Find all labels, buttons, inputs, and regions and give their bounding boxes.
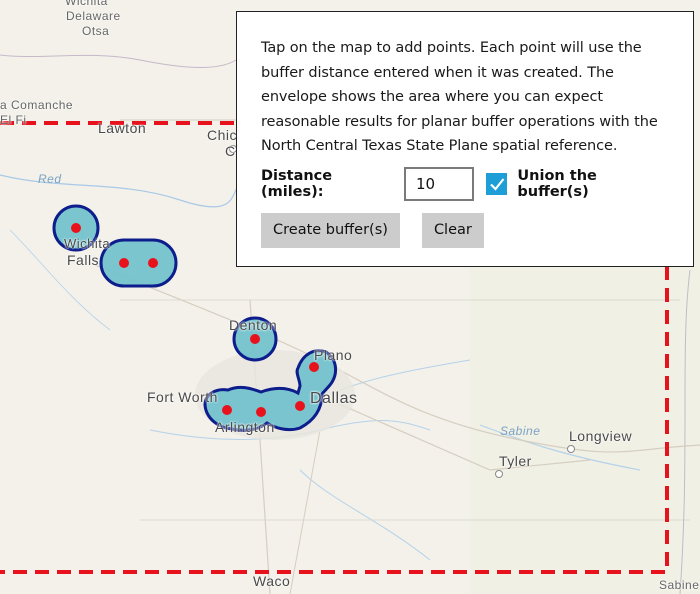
place-label: Fort Worth (147, 389, 218, 405)
place-label: Plano (314, 347, 353, 363)
clear-button[interactable]: Clear (421, 212, 484, 248)
river-label: Red (38, 172, 62, 186)
union-checkbox[interactable] (485, 172, 508, 195)
button-row: Create buffer(s) Clear (261, 212, 669, 248)
buffer-options-panel: Tap on the map to add points. Each point… (236, 11, 694, 267)
place-label: El Fi (0, 113, 27, 127)
place-label: Longview (569, 428, 633, 444)
point-marker (256, 407, 266, 417)
distance-label: Distance (miles): (261, 167, 333, 200)
instructions-text: Tap on the map to add points. Each point… (261, 40, 658, 154)
place-label: Delaware (66, 9, 121, 23)
checkmark-icon (489, 177, 505, 191)
point-marker (295, 401, 305, 411)
point-marker (309, 362, 319, 372)
place-label: Wichita (64, 236, 111, 251)
place-label: Otsa (82, 24, 110, 38)
place-label: Lawton (98, 120, 147, 136)
distance-input[interactable] (403, 166, 474, 201)
place-label: Chic (207, 127, 238, 143)
point-marker (148, 258, 158, 268)
place-label: Falls (67, 252, 100, 268)
distance-row: Distance (miles): Union the buffer(s) (261, 166, 669, 201)
place-label: a Comanche (0, 98, 74, 112)
river-label: Sabine (500, 424, 541, 438)
place-label: C (225, 143, 236, 159)
union-label[interactable]: Union the buffer(s) (517, 168, 669, 200)
place-label: Sabine (659, 578, 700, 592)
point-marker (71, 223, 81, 233)
place-label: Tyler (499, 453, 532, 469)
create-buffers-button[interactable]: Create buffer(s) (261, 212, 400, 248)
point-marker (119, 258, 129, 268)
point-marker (222, 405, 232, 415)
buffer-polygon (99, 238, 178, 288)
place-label: Wichita (65, 0, 108, 8)
place-label: Denton (229, 317, 278, 333)
place-label: Dallas (310, 390, 358, 407)
point-marker (250, 334, 260, 344)
place-label: Arlington (215, 419, 275, 435)
place-label: Waco (253, 573, 291, 589)
